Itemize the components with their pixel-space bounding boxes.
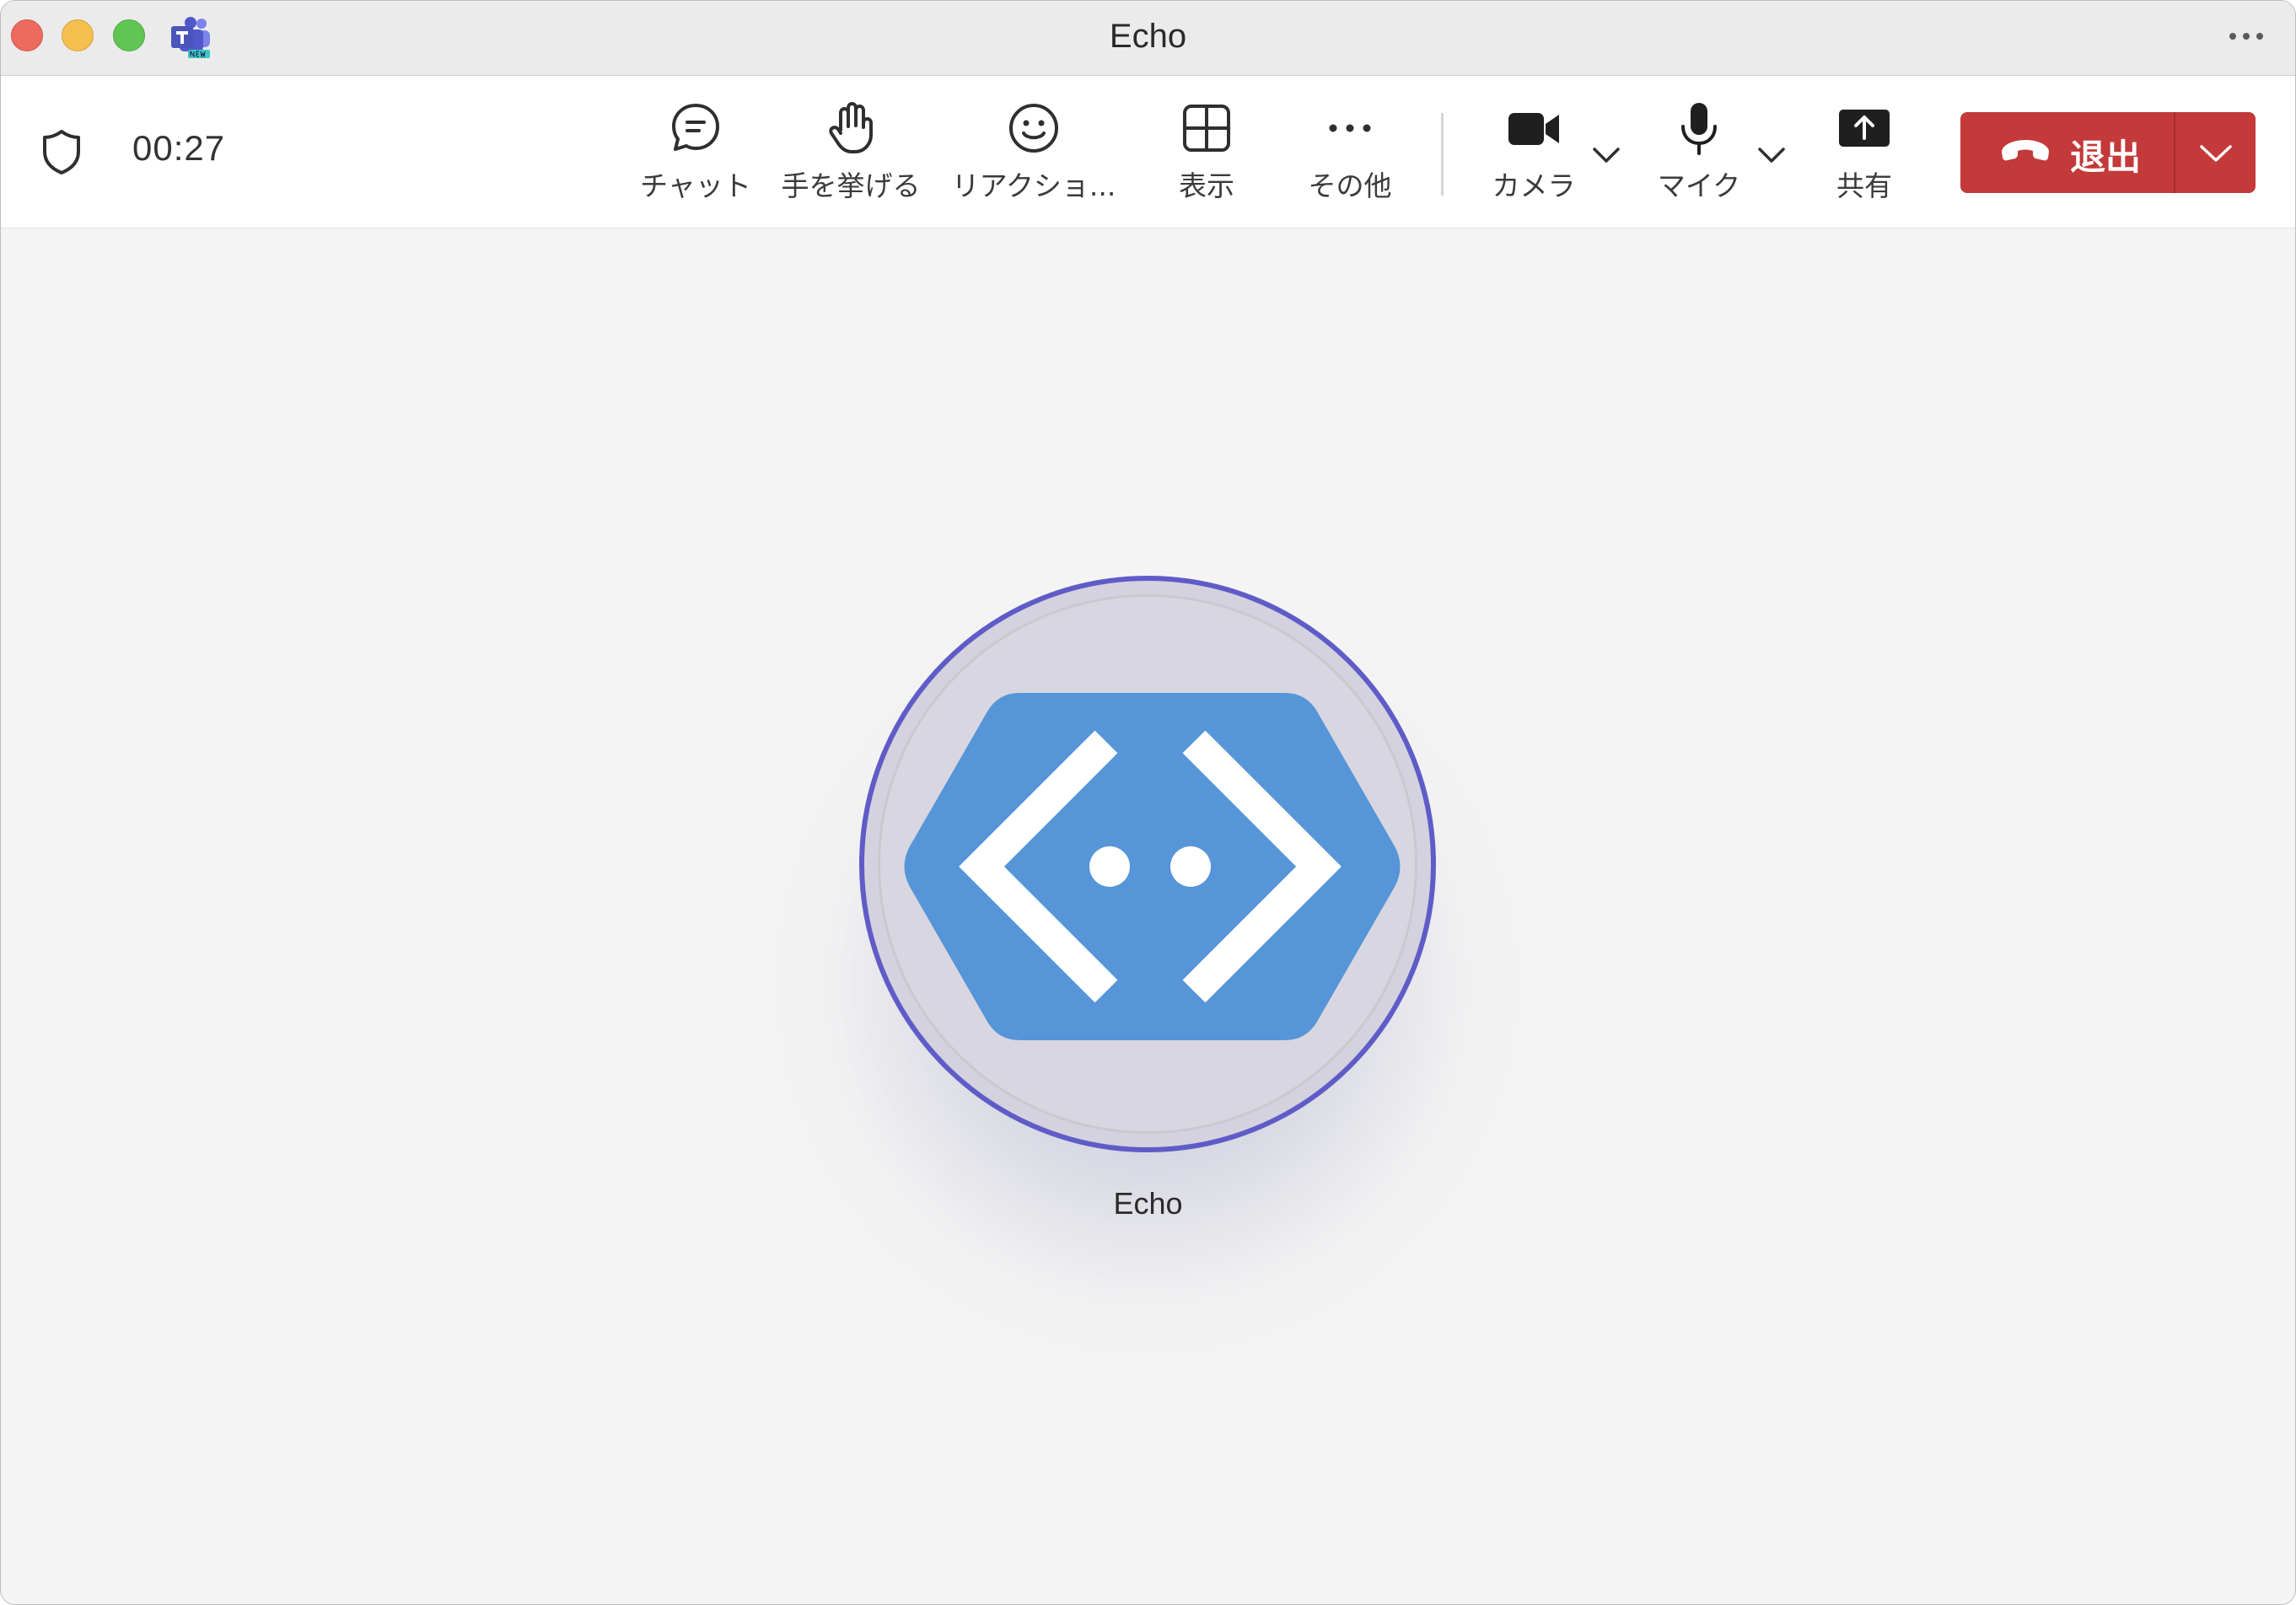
view-button[interactable]: 表示 [1164,101,1249,211]
grid-icon [1183,105,1230,152]
ellipsis-icon [1329,124,1371,132]
meeting-toolbar: 00:27 チャット 手を挙げる リアクショ... 表示 その他 カメラ マイク… [1,76,2295,228]
toolbar-divider [1441,113,1444,196]
camera-options-chevron-down-icon[interactable] [1589,142,1623,167]
window-title: Echo [1109,18,1187,55]
leave-label: 退出 [2070,137,2142,178]
chevron-down-icon [2200,145,2232,162]
more-actions-button[interactable]: その他 [1299,101,1401,211]
chat-button[interactable]: チャット [638,101,753,211]
meeting-stage: Echo [1,228,2295,1604]
leave-button-group: 退出 [1960,112,2256,193]
app-window: Echo 00:27 チャット 手を挙げる リアクショ... 表示 その他 カメ… [0,0,2296,1605]
reactions-label: リアクショ... [951,169,1116,202]
smiley-icon [1009,104,1058,153]
reactions-button[interactable]: リアクショ... [944,101,1124,211]
view-label: 表示 [1179,169,1234,202]
camera-button[interactable]: カメラ [1483,101,1584,211]
microphone-button[interactable]: マイク [1648,101,1750,211]
raise-hand-label: 手を挙げる [781,169,921,202]
chat-label: チャット [640,169,751,202]
participant-avatar[interactable] [859,576,1436,1152]
microphone-options-chevron-down-icon[interactable] [1755,142,1788,167]
more-options-icon[interactable] [2226,26,2266,46]
leave-button[interactable]: 退出 [1960,112,2173,193]
title-bar: Echo [1,1,2295,76]
microphone-label: マイク [1657,169,1741,202]
leave-options-button[interactable] [2175,112,2256,193]
raise-hand-button[interactable]: 手を挙げる [777,101,925,211]
meeting-timer: 00:27 [132,128,226,168]
camera-label: カメラ [1492,169,1576,202]
video-camera-icon [1508,113,1559,145]
avatar-background [878,594,1417,1134]
participant-name: Echo [1113,1186,1183,1221]
share-button[interactable]: 共有 [1822,101,1906,211]
chat-icon [672,104,719,151]
more-label: その他 [1308,169,1392,202]
bot-hexagon-icon [904,693,1401,1040]
share-screen-icon [1839,110,1890,147]
microphone-icon [1681,103,1717,155]
share-label: 共有 [1836,169,1892,202]
hang-up-icon [2002,140,2049,161]
hand-icon [829,102,873,153]
shield-icon[interactable] [41,128,82,175]
